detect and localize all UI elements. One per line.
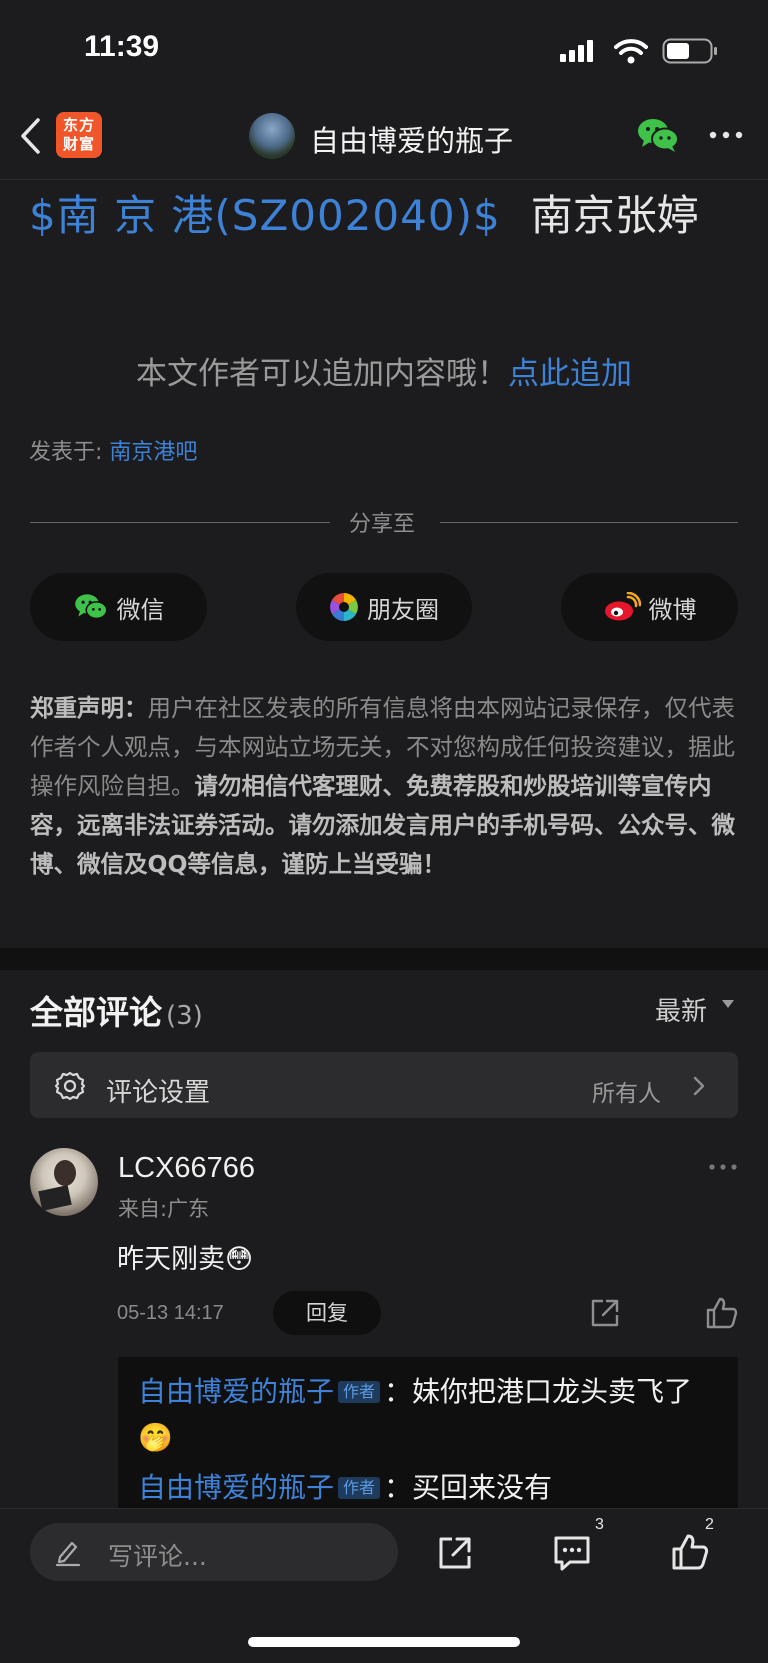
disclaimer-heading: 郑重声明： bbox=[30, 694, 148, 722]
pencil-icon bbox=[55, 1541, 81, 1567]
comment-text-body: 昨天刚卖 bbox=[117, 1244, 225, 1275]
commenter-avatar[interactable] bbox=[30, 1148, 98, 1216]
divider bbox=[30, 522, 330, 523]
battery-icon bbox=[662, 38, 717, 64]
section-divider bbox=[0, 948, 768, 970]
disclaimer: 郑重声明：用户在社区发表的所有信息将由本网站记录保存，仅代表作者个人观点，与本网… bbox=[30, 689, 742, 884]
reply-text: 买回来没有 bbox=[412, 1471, 553, 1504]
share-wechat-button[interactable]: 微信 bbox=[30, 573, 207, 641]
comment-icon[interactable] bbox=[552, 1533, 592, 1573]
comment-count-badge: 3 bbox=[595, 1516, 604, 1533]
sort-dropdown[interactable]: 最新 bbox=[655, 991, 707, 1028]
wifi-icon bbox=[614, 39, 648, 64]
posted-label: 发表于: bbox=[29, 440, 103, 465]
share-weibo-label: 微博 bbox=[648, 595, 697, 624]
share-label: 分享至 bbox=[349, 512, 416, 537]
article-body: $南 京 港(SZ002040)$ 南京张婷 bbox=[29, 182, 699, 243]
back-icon[interactable] bbox=[18, 117, 44, 155]
reply-item[interactable]: 自由博爱的瓶子 作者 ：妹你把港口龙头卖飞了🤭 bbox=[138, 1369, 718, 1461]
wechat-share-icon[interactable] bbox=[636, 116, 680, 154]
wechat-icon bbox=[74, 594, 108, 620]
like-count-badge: 2 bbox=[705, 1516, 714, 1533]
chevron-right-icon bbox=[693, 1076, 705, 1096]
article-text: 南京张婷 bbox=[530, 191, 699, 240]
like-icon[interactable] bbox=[705, 1296, 739, 1330]
comment-input[interactable] bbox=[30, 1523, 398, 1581]
commenter-location: 来自:广东 bbox=[118, 1197, 210, 1221]
stock-link[interactable]: $南 京 港(SZ002040)$ bbox=[29, 191, 501, 240]
comments-count: (3) bbox=[166, 1001, 203, 1031]
author-badge: 作者 bbox=[338, 1477, 381, 1499]
append-prompt: 本文作者可以追加内容哦！点此追加 bbox=[0, 348, 768, 393]
cellular-signal-icon bbox=[560, 38, 600, 62]
share-moments-label: 朋友圈 bbox=[367, 595, 439, 624]
share-moments-button[interactable]: 朋友圈 bbox=[296, 573, 472, 641]
posted-in: 发表于: 南京港吧 bbox=[29, 434, 197, 466]
author-badge: 作者 bbox=[338, 1381, 381, 1403]
status-time: 11:39 bbox=[84, 30, 160, 63]
share-weibo-button[interactable]: 微博 bbox=[561, 573, 738, 641]
comment-input-placeholder: 写评论... bbox=[108, 1542, 207, 1571]
append-prompt-text: 本文作者可以追加内容哦！ bbox=[136, 356, 508, 392]
share-icon[interactable] bbox=[589, 1297, 621, 1329]
reply-author-name[interactable]: 自由博爱的瓶子 bbox=[138, 1471, 334, 1504]
comment-settings-label: 评论设置 bbox=[106, 1078, 211, 1108]
app-logo[interactable]: 东方财富 bbox=[56, 112, 102, 158]
comments-title: 全部评论 bbox=[30, 993, 162, 1032]
bottom-share-icon[interactable] bbox=[436, 1534, 474, 1572]
reply-author-name[interactable]: 自由博爱的瓶子 bbox=[138, 1375, 334, 1408]
gear-icon bbox=[54, 1071, 86, 1101]
comment-more-icon[interactable] bbox=[708, 1163, 738, 1171]
home-indicator[interactable] bbox=[248, 1637, 520, 1647]
bottom-like-icon[interactable] bbox=[670, 1532, 710, 1572]
hand-over-mouth-emoji: 🤭 bbox=[138, 1421, 173, 1454]
more-menu-icon[interactable] bbox=[708, 130, 744, 140]
append-content-link[interactable]: 点此追加 bbox=[508, 356, 632, 392]
comment-timestamp: 05-13 14:17 bbox=[117, 1302, 224, 1324]
header-title[interactable]: 自由博爱的瓶子 bbox=[310, 118, 513, 160]
moments-icon bbox=[330, 593, 358, 621]
comment-settings-value: 所有人 bbox=[592, 1081, 661, 1107]
reply-text: 妹你把港口龙头卖飞了 bbox=[412, 1375, 693, 1408]
weibo-icon bbox=[604, 592, 641, 621]
comments-header: 全部评论 (3) bbox=[30, 986, 203, 1034]
reply-item[interactable]: 自由博爱的瓶子 作者 ：买回来没有 bbox=[138, 1465, 718, 1511]
share-wechat-label: 微信 bbox=[116, 595, 165, 624]
reply-thread: 自由博爱的瓶子 作者 ：妹你把港口龙头卖飞了🤭 自由博爱的瓶子 作者 ：买回来没有 bbox=[118, 1357, 738, 1517]
divider bbox=[440, 522, 738, 523]
reply-button[interactable]: 回复 bbox=[273, 1291, 381, 1335]
forum-link[interactable]: 南京港吧 bbox=[109, 440, 197, 465]
comment-text: 昨天刚卖😳 bbox=[117, 1237, 253, 1276]
sort-caret-icon[interactable] bbox=[722, 1000, 734, 1008]
flushed-face-emoji: 😳 bbox=[225, 1244, 254, 1275]
commenter-name[interactable]: LCX66766 bbox=[118, 1152, 255, 1185]
author-avatar[interactable] bbox=[249, 113, 295, 159]
